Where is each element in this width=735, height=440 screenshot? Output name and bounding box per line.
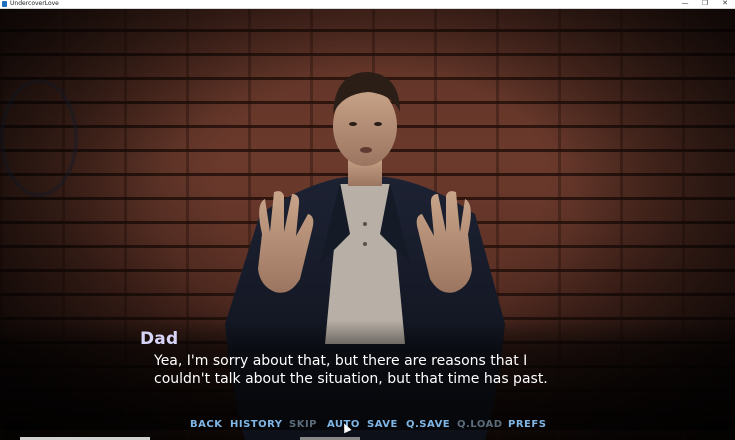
maximize-button[interactable]: ❐ <box>696 0 714 8</box>
preferences-button[interactable]: PREFS <box>508 418 546 432</box>
speaker-name: Dad <box>140 329 179 349</box>
window-titlebar: UndercoverLove — ❐ ✕ <box>0 0 735 9</box>
dialogue-text: Yea, I'm sorry about that, but there are… <box>154 353 548 387</box>
skip-button[interactable]: SKIP <box>289 418 317 432</box>
back-button[interactable]: BACK <box>190 418 222 432</box>
app-icon <box>2 1 7 7</box>
close-button[interactable]: ✕ <box>716 0 734 8</box>
quick-load-button[interactable]: Q.LOAD <box>457 418 503 432</box>
quick-menu: BACK HISTORY SKIP AUTO SAVE Q.SAVE Q.LOA… <box>0 418 735 432</box>
save-button[interactable]: SAVE <box>367 418 398 432</box>
minimize-button[interactable]: — <box>676 0 694 8</box>
quick-save-button[interactable]: Q.SAVE <box>406 418 450 432</box>
window-title: UndercoverLove <box>10 0 59 7</box>
history-button[interactable]: HISTORY <box>230 418 283 432</box>
